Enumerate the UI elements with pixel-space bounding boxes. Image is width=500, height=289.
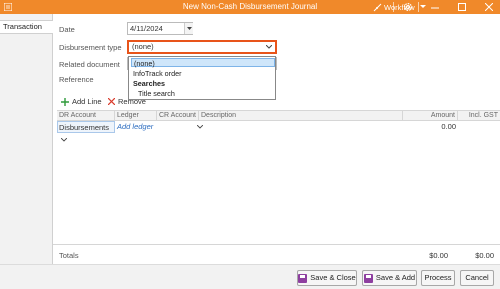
column-header-incl-gst[interactable]: Incl. GST xyxy=(458,111,500,121)
disbursement-type-select[interactable]: (none) xyxy=(127,40,277,54)
chevron-down-icon xyxy=(187,27,192,30)
column-header-dr-account[interactable]: DR Account xyxy=(57,111,115,121)
disbursement-type-dropdown-list: (none) InfoTrack order Searches Title se… xyxy=(128,56,276,100)
dropdown-option-none[interactable]: (none) xyxy=(131,58,275,68)
chevron-down-icon xyxy=(196,124,204,129)
minimize-icon xyxy=(431,7,439,9)
title-bar: New Non-Cash Disbursement Journal Workfl… xyxy=(0,0,500,14)
save-close-label: Save & Close xyxy=(310,273,356,282)
close-icon xyxy=(108,98,115,105)
totals-amount: $0.00 xyxy=(429,251,448,260)
column-header-description[interactable]: Description xyxy=(199,111,403,121)
date-dropdown-button[interactable] xyxy=(184,23,193,34)
save-add-label: Save & Add xyxy=(375,273,416,282)
minimize-button[interactable] xyxy=(428,1,442,13)
tab-transaction[interactable]: Transaction xyxy=(0,20,53,34)
chevron-down-icon xyxy=(60,137,68,142)
related-document-label: Related document xyxy=(59,60,120,69)
date-label: Date xyxy=(59,25,75,34)
disbursement-type-value: (none) xyxy=(132,42,154,51)
title-separator xyxy=(418,2,419,12)
chevron-down-icon xyxy=(419,5,426,8)
save-add-button[interactable]: Save & Add xyxy=(362,270,417,286)
process-button[interactable]: Process xyxy=(421,270,455,286)
chevron-down-icon xyxy=(266,45,272,49)
save-icon xyxy=(363,273,373,283)
cancel-button[interactable]: Cancel xyxy=(460,270,494,286)
gear-icon[interactable] xyxy=(403,2,413,12)
add-line-button[interactable]: Add Line xyxy=(61,96,102,107)
totals-gst: $0.00 xyxy=(475,251,494,260)
workflow-icon xyxy=(373,3,382,11)
disbursement-type-label: Disbursement type xyxy=(59,43,122,52)
plus-icon xyxy=(61,97,69,106)
dropdown-group-searches: Searches xyxy=(133,79,165,88)
close-icon xyxy=(485,3,493,11)
grid-header: DR Account Ledger CR Account Description… xyxy=(57,110,500,121)
close-button[interactable] xyxy=(482,1,496,13)
save-icon xyxy=(298,273,308,283)
add-ledger-link[interactable]: Add ledger xyxy=(117,121,159,133)
dropdown-option-title-search[interactable]: Title search xyxy=(131,89,275,98)
cr-account-dropdown[interactable] xyxy=(196,121,205,133)
table-row[interactable]: Disbursements Add ledger 0.00 xyxy=(57,121,500,142)
amount-cell[interactable]: 0.00 xyxy=(403,121,456,133)
dr-account-cell[interactable]: Disbursements xyxy=(57,121,115,142)
dr-account-value: Disbursements xyxy=(59,123,110,132)
column-header-cr-account[interactable]: CR Account xyxy=(157,111,199,121)
maximize-button[interactable] xyxy=(455,1,469,13)
reference-label: Reference xyxy=(59,75,94,84)
save-close-button[interactable]: Save & Close xyxy=(297,270,357,286)
column-header-ledger[interactable]: Ledger xyxy=(115,111,157,121)
dropdown-option-infotrack-order[interactable]: InfoTrack order xyxy=(131,69,275,78)
add-line-label: Add Line xyxy=(72,97,102,106)
maximize-icon xyxy=(458,3,466,11)
left-navigation: Transaction xyxy=(0,14,53,289)
main-panel: Date 4/11/2024 Disbursement type (none) … xyxy=(53,14,500,264)
footer-actions: Save & Close Save & Add Process Cancel xyxy=(0,264,500,289)
totals-label: Totals xyxy=(59,251,79,260)
lines-toolbar: Add Line Remove xyxy=(53,94,500,108)
totals-bar: Totals $0.00 $0.00 xyxy=(53,244,500,264)
title-separator xyxy=(393,2,394,12)
column-header-amount[interactable]: Amount xyxy=(403,111,458,121)
